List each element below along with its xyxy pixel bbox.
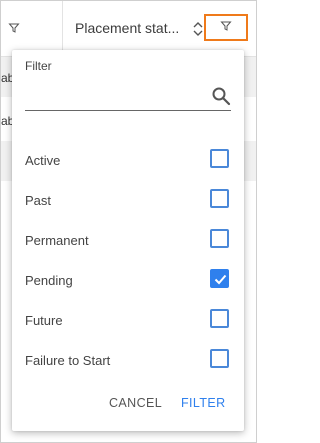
checkbox-checked[interactable] <box>210 269 229 288</box>
search-icon[interactable] <box>211 86 231 106</box>
option-label: Future <box>25 313 63 328</box>
funnel-icon[interactable] <box>8 21 20 33</box>
search-input[interactable] <box>25 84 205 109</box>
check-icon <box>214 274 227 285</box>
filter-option-pending[interactable]: Pending <box>25 261 231 301</box>
filter-option-active[interactable]: Active <box>25 141 231 181</box>
column-filter-button[interactable] <box>204 14 248 41</box>
checkbox[interactable] <box>210 149 229 168</box>
funnel-icon <box>220 19 232 37</box>
filter-option-permanent[interactable]: Permanent <box>25 221 231 261</box>
option-label: Active <box>25 153 61 168</box>
option-label: Failure to Start <box>25 353 111 368</box>
sort-updown-icon[interactable] <box>192 21 204 37</box>
filter-option-failure-to-start[interactable]: Failure to Start <box>25 341 231 381</box>
filter-search-field[interactable] <box>25 84 231 111</box>
option-label: Past <box>25 193 52 208</box>
column-divider <box>62 1 63 57</box>
checkbox[interactable] <box>210 189 229 208</box>
checkbox[interactable] <box>210 349 229 368</box>
option-label: Pending <box>25 273 73 288</box>
cancel-button[interactable]: CANCEL <box>109 396 162 410</box>
checkbox[interactable] <box>210 309 229 328</box>
apply-filter-button[interactable]: FILTER <box>181 396 226 410</box>
filter-popup: Filter Active Past Permanent Pending Fut… <box>12 50 244 431</box>
filter-option-past[interactable]: Past <box>25 181 231 221</box>
filter-option-future[interactable]: Future <box>25 301 231 341</box>
filter-actions: CANCEL FILTER <box>12 377 244 431</box>
column-title[interactable]: Placement stat... <box>75 20 179 36</box>
filter-popup-title: Filter <box>25 59 52 73</box>
checkbox[interactable] <box>210 229 229 248</box>
option-label: Permanent <box>25 233 89 248</box>
